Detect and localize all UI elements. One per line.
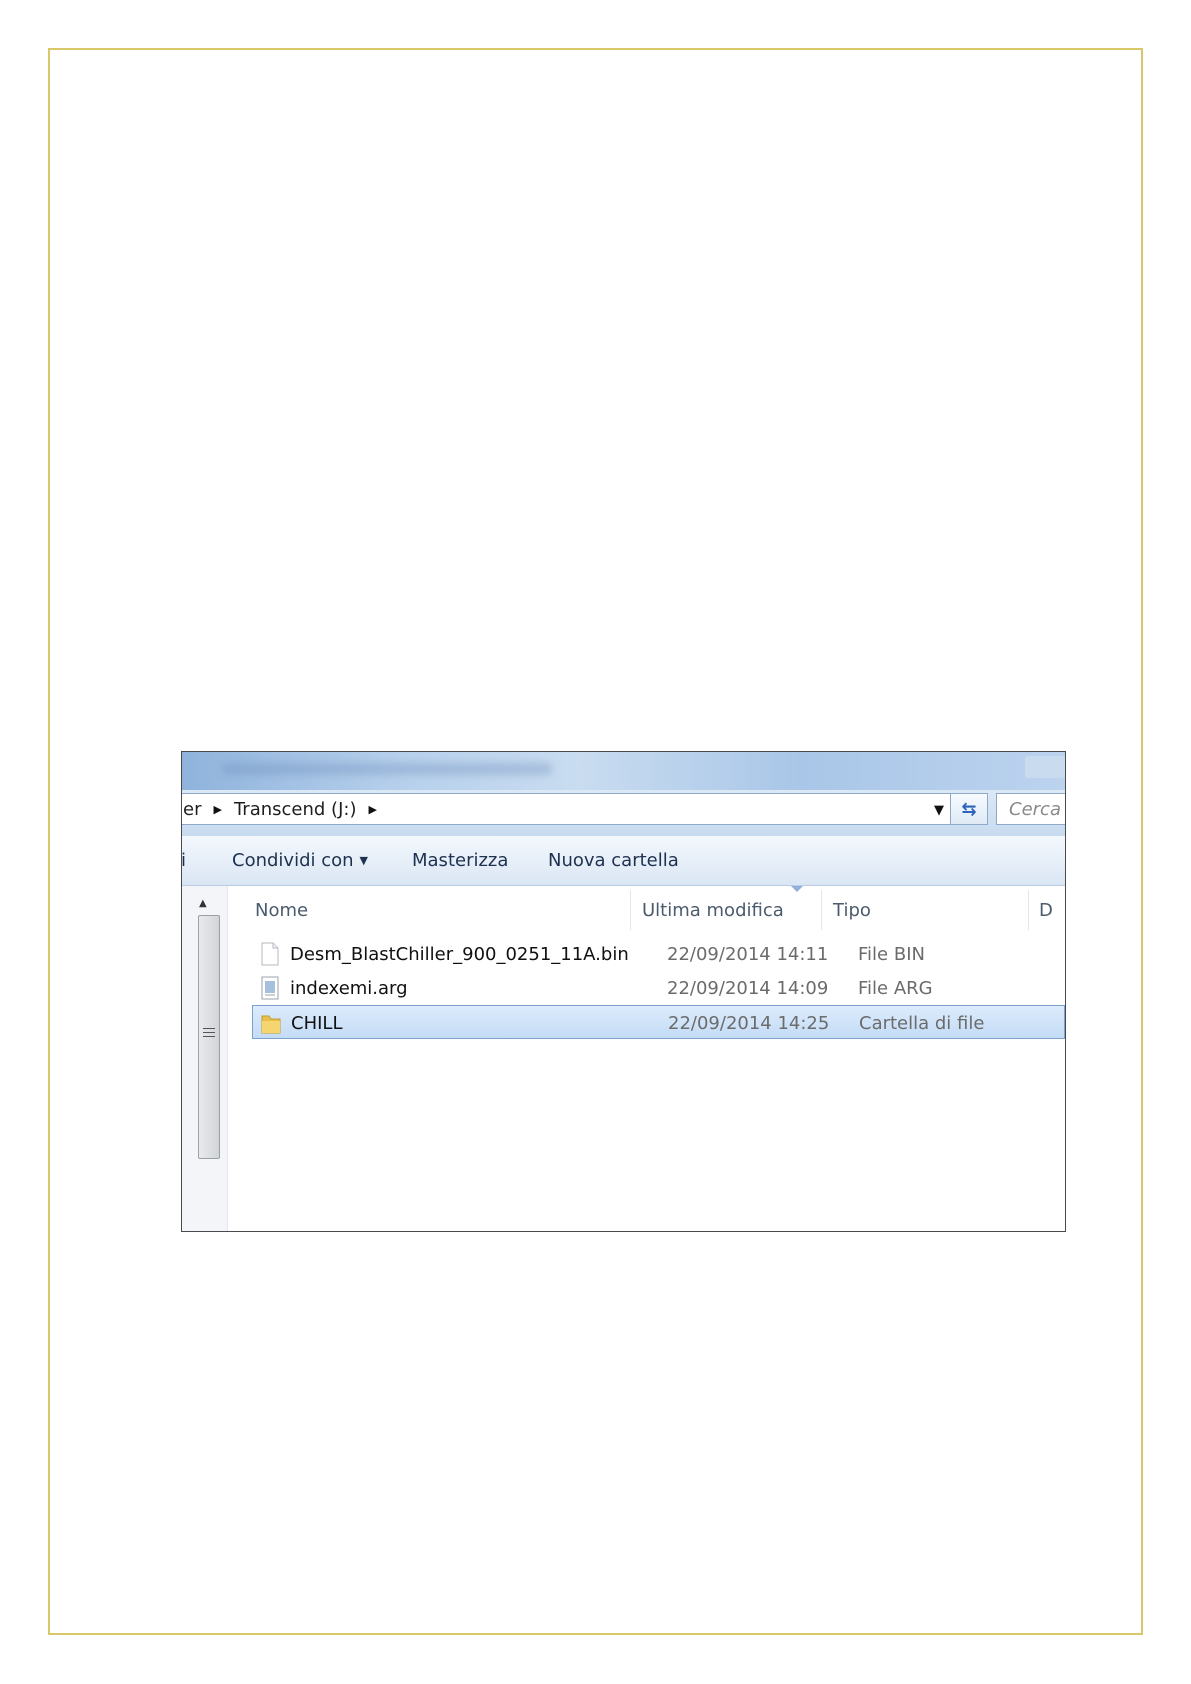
- file-name: indexemi.arg: [290, 978, 408, 999]
- scrollbar-thumb[interactable]: [198, 915, 220, 1159]
- file-modified: 22/09/2014 14:11: [667, 944, 829, 965]
- toolbar-cut-item[interactable]: i: [182, 850, 186, 871]
- file-row[interactable]: indexemi.arg 22/09/2014 14:09 File ARG: [252, 971, 1065, 1005]
- column-divider[interactable]: [1028, 890, 1029, 930]
- file-type: Cartella di file: [859, 1013, 985, 1034]
- file-row-selected[interactable]: CHILL 22/09/2014 14:25 Cartella di file: [252, 1005, 1065, 1039]
- command-bar: i Condividi con ▼ Masterizza Nuova cartel…: [182, 836, 1065, 886]
- share-with-button[interactable]: Condividi con ▼: [232, 850, 368, 871]
- address-bar[interactable]: er ▶ Transcend (J:) ▶ ▼: [182, 793, 953, 825]
- file-name: Desm_BlastChiller_900_0251_11A.bin: [290, 944, 629, 965]
- window-controls[interactable]: [1025, 756, 1065, 778]
- breadcrumb-computer[interactable]: er: [182, 799, 205, 820]
- chevron-down-icon: ▼: [359, 854, 369, 867]
- breadcrumb-arrow-icon[interactable]: ▶: [360, 803, 384, 816]
- blank-file-icon: [261, 942, 279, 966]
- window-title-blurred: [222, 763, 552, 775]
- title-bar: [182, 752, 1065, 790]
- column-header-type[interactable]: Tipo: [833, 900, 871, 921]
- folder-icon: [261, 1015, 281, 1034]
- column-header-size[interactable]: D: [1039, 900, 1053, 921]
- refresh-icon: ⇆: [961, 798, 977, 820]
- column-headers: Nome Ultima modifica Tipo D: [227, 886, 1065, 936]
- sort-indicator-icon: [791, 886, 803, 892]
- file-name: CHILL: [291, 1013, 343, 1034]
- breadcrumb-drive[interactable]: Transcend (J:): [230, 799, 361, 820]
- share-with-label: Condividi con: [232, 850, 354, 871]
- search-input[interactable]: Cerca T: [996, 793, 1065, 825]
- file-modified: 22/09/2014 14:09: [667, 978, 829, 999]
- column-divider[interactable]: [630, 890, 631, 930]
- file-type: File ARG: [858, 978, 933, 999]
- scroll-up-arrow-icon[interactable]: ▲: [199, 898, 207, 909]
- refresh-button[interactable]: ⇆: [950, 793, 988, 825]
- new-folder-button[interactable]: Nuova cartella: [548, 850, 679, 871]
- explorer-window: er ▶ Transcend (J:) ▶ ▼ ⇆ Cerca T i Cond…: [181, 751, 1066, 1232]
- column-divider[interactable]: [821, 890, 822, 930]
- burn-button[interactable]: Masterizza: [412, 850, 508, 871]
- scroll-grip-icon: [203, 1028, 215, 1038]
- text-file-icon: [261, 976, 279, 1000]
- breadcrumb-arrow-icon[interactable]: ▶: [205, 803, 229, 816]
- address-dropdown-icon[interactable]: ▼: [934, 803, 944, 818]
- column-header-modified[interactable]: Ultima modifica: [642, 900, 784, 921]
- file-type: File BIN: [858, 944, 925, 965]
- file-modified: 22/09/2014 14:25: [668, 1013, 830, 1034]
- file-row[interactable]: Desm_BlastChiller_900_0251_11A.bin 22/09…: [252, 937, 1065, 971]
- address-row: er ▶ Transcend (J:) ▶ ▼ ⇆ Cerca T: [182, 790, 1065, 836]
- column-header-name[interactable]: Nome: [255, 900, 308, 921]
